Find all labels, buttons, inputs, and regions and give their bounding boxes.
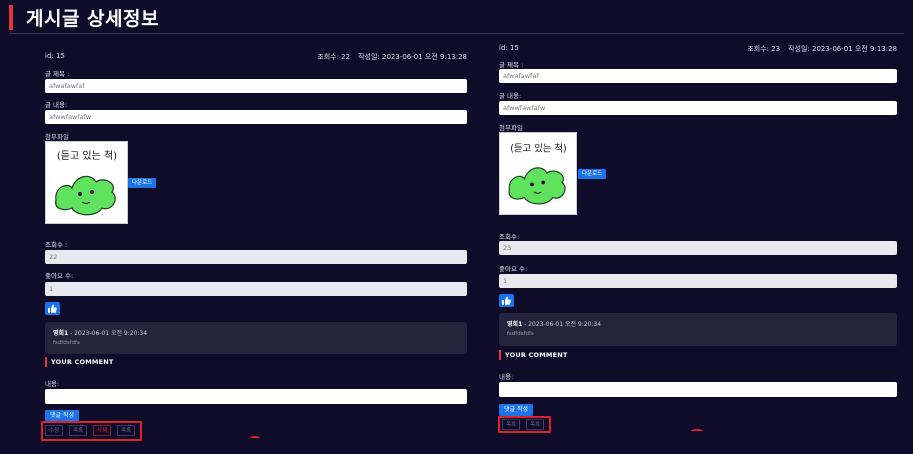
attachment-drawing: (듣고 있는 척)	[508, 142, 567, 205]
title-input[interactable]: afwafawfaf	[499, 69, 897, 83]
action-buttons-highlight: 수정 목록 삭제 목록	[41, 421, 142, 441]
title-label: 글 제목 :	[45, 70, 70, 78]
likes-label: 좋아요 수:	[499, 265, 528, 273]
comment-item: 영희1 - 2023-06-01 오전 9:20:34 fsdfdsfdfs	[499, 313, 897, 346]
reply-textarea[interactable]	[45, 389, 467, 404]
view-count-meta: 조회수: 23	[747, 45, 781, 53]
content-label: 글 내용:	[499, 92, 522, 100]
post-meta: 조회수: 22 작성일: 2023-06-01 오전 9:13:28	[317, 52, 467, 62]
list-button[interactable]: 목록	[502, 419, 521, 430]
views-label: 조회수:	[499, 233, 520, 241]
edit-button[interactable]: 수정	[45, 425, 64, 436]
comment-author: 영희1	[53, 330, 69, 337]
comment-meta: 영희1 - 2023-06-01 오전 9:20:34	[507, 319, 601, 328]
post-id: id: 15	[499, 44, 519, 52]
download-button[interactable]: 다운로드	[578, 169, 607, 179]
created-date-meta: 작성일: 2023-06-01 오전 9:13:28	[358, 53, 467, 61]
comment-text: fsdfdsfdfs	[53, 340, 80, 346]
reply-label: 내용:	[45, 380, 60, 388]
your-comment-heading: YOUR COMMENT	[51, 358, 114, 366]
comment-author: 영희1	[507, 321, 523, 328]
back-button[interactable]: 목록	[117, 425, 136, 436]
title-input[interactable]: afwafawfaf	[45, 79, 467, 93]
red-mark-decoration	[250, 436, 260, 440]
attachment-image: (듣고 있는 척)	[45, 141, 128, 224]
comment-item: 영희1 - 2023-06-01 오전 9:20:34 fsdfdsfdfs	[45, 322, 467, 354]
post-detail-left: id: 15 조회수: 22 작성일: 2023-06-01 오전 9:13:28…	[41, 52, 467, 452]
views-field: 23	[499, 241, 897, 255]
comment-date: - 2023-06-01 오전 9:20:34	[68, 330, 148, 337]
content-input[interactable]: afwwfawfafw	[45, 110, 467, 124]
download-button[interactable]: 다운로드	[128, 178, 157, 188]
reply-label: 내용:	[499, 373, 514, 381]
red-mark-decoration	[691, 429, 703, 433]
post-detail-right: id: 15 조회수: 23 작성일: 2023-06-01 오전 9:13:28…	[498, 44, 897, 452]
views-label: 조회수 :	[45, 241, 68, 249]
like-button[interactable]	[499, 294, 514, 307]
attachment-image: (듣고 있는 척)	[499, 132, 577, 215]
views-field: 22	[45, 250, 467, 264]
post-meta: 조회수: 23 작성일: 2023-06-01 오전 9:13:28	[747, 44, 897, 54]
like-button[interactable]	[45, 302, 60, 315]
delete-button[interactable]: 삭제	[93, 425, 112, 436]
section-accent-bar	[499, 350, 501, 360]
back-button[interactable]: 목록	[526, 419, 545, 430]
created-date-meta: 작성일: 2023-06-01 오전 9:13:28	[788, 45, 897, 53]
comment-meta: 영희1 - 2023-06-01 오전 9:20:34	[53, 328, 147, 337]
content-label: 글 내용:	[45, 101, 68, 109]
likes-label: 좋아요 수:	[45, 272, 74, 280]
section-accent-bar	[45, 357, 47, 367]
reply-textarea[interactable]	[499, 382, 897, 397]
attachment-label: 첨부파일	[45, 133, 69, 141]
header-accent-bar	[9, 5, 13, 30]
svg-text:(듣고 있는 척): (듣고 있는 척)	[510, 142, 566, 154]
likes-field: 1	[45, 282, 467, 296]
view-count-meta: 조회수: 22	[317, 53, 351, 61]
page-title: 게시글 상세정보	[26, 8, 159, 30]
action-buttons-highlight: 목록 목록	[498, 416, 551, 433]
page-header: 게시글 상세정보	[0, 0, 913, 36]
comment-text: fsdfdsfdfs	[507, 331, 534, 337]
submit-comment-button[interactable]: 댓글 작성	[499, 404, 533, 416]
header-divider	[9, 33, 904, 34]
title-label: 글 제목 :	[499, 61, 524, 69]
attachment-drawing: (듣고 있는 척)	[55, 150, 117, 216]
attachment-label: 첨부파일	[499, 124, 523, 132]
list-button[interactable]: 목록	[69, 425, 88, 436]
comment-date: - 2023-06-01 오전 9:20:34	[522, 321, 602, 328]
likes-field: 1	[499, 274, 897, 288]
thumbs-up-icon	[502, 296, 511, 305]
your-comment-heading: YOUR COMMENT	[505, 351, 568, 359]
svg-text:(듣고 있는 척): (듣고 있는 척)	[57, 150, 117, 162]
content-input[interactable]: afwwfawfafw	[499, 101, 897, 115]
post-id: id: 15	[45, 52, 65, 60]
thumbs-up-icon	[48, 304, 57, 313]
